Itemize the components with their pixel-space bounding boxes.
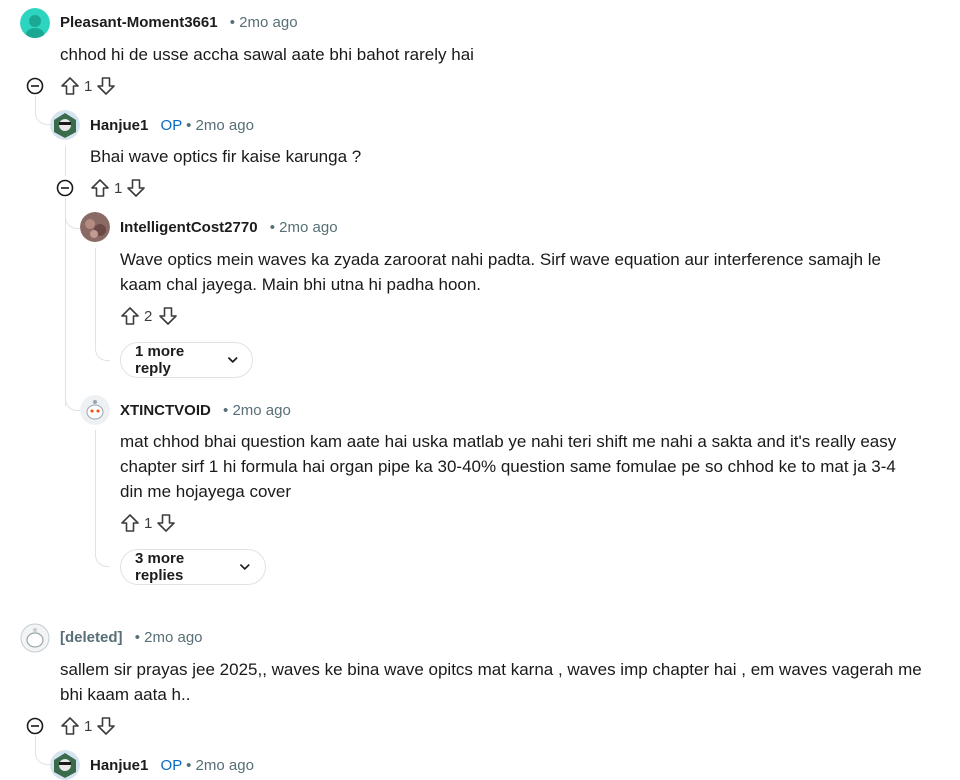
upvote-icon[interactable] xyxy=(120,513,140,533)
comment-line: sallem sir prayas jee 2025,, waves ke bi… xyxy=(60,660,922,679)
downvote-icon[interactable] xyxy=(158,306,178,326)
reddit-avatar-icon xyxy=(50,110,80,140)
thread-line xyxy=(95,430,96,554)
separator: • xyxy=(134,629,140,646)
separator: • xyxy=(186,757,192,774)
author-name[interactable]: Pleasant-Moment3661 xyxy=(60,14,218,31)
downvote-icon[interactable] xyxy=(96,76,116,96)
separator: • xyxy=(269,219,275,236)
thread-curve xyxy=(95,552,110,567)
op-badge: OP xyxy=(160,117,182,134)
upvote-icon[interactable] xyxy=(120,306,140,326)
thread-line xyxy=(35,736,36,750)
more-replies-button[interactable]: 1 more reply xyxy=(120,342,253,378)
comment-meta: Hanjue1 OP • 2mo ago xyxy=(90,756,254,776)
upvote-icon[interactable] xyxy=(60,76,80,96)
comment-meta: [deleted] • 2mo ago xyxy=(60,628,203,648)
deleted-avatar-icon xyxy=(20,623,50,653)
thread-line xyxy=(65,146,66,176)
thread-curve xyxy=(35,110,50,125)
separator: • xyxy=(229,14,235,31)
chevron-down-icon xyxy=(240,564,250,570)
author-name[interactable]: XTINCTVOID xyxy=(120,402,211,419)
user-avatar xyxy=(20,623,50,653)
downvote-icon[interactable] xyxy=(96,716,116,736)
thread-line xyxy=(95,248,96,348)
user-avatar[interactable] xyxy=(50,110,80,140)
collapse-icon[interactable] xyxy=(26,77,44,95)
comment-body: chhod hi de usse accha sawal aate bhi ba… xyxy=(60,45,474,64)
chevron-down-icon xyxy=(227,357,237,363)
separator: • xyxy=(223,402,229,419)
comment-line: kaam chal jayega. Main bhi utna hi padha… xyxy=(120,275,482,294)
comment-body: mat chhod bhai question kam aate hai usk… xyxy=(120,429,940,504)
comment-body: Bhai wave optics fir kaise karunga ? xyxy=(90,147,362,166)
collapse-icon[interactable] xyxy=(26,717,44,735)
author-name: [deleted] xyxy=(60,629,123,646)
reddit-avatar-icon xyxy=(20,8,50,38)
thread-line xyxy=(35,96,36,110)
author-name[interactable]: Hanjue1 xyxy=(90,757,148,774)
comment-line: mat chhod bhai question kam aate hai usk… xyxy=(120,432,897,451)
reddit-avatar-icon xyxy=(50,750,80,780)
thread-curve xyxy=(65,396,80,411)
upvote-icon[interactable] xyxy=(90,178,110,198)
vote-count: 1 xyxy=(84,78,93,95)
user-avatar[interactable] xyxy=(80,212,110,242)
thread-line xyxy=(65,198,66,406)
comment-line: chapter sirf 1 hi formula hai organ pipe… xyxy=(120,457,896,476)
comment-line: bhi kaam aata h.. xyxy=(60,685,191,704)
timestamp[interactable]: 2mo ago xyxy=(279,219,337,236)
more-replies-button[interactable]: 3 more replies xyxy=(120,549,266,585)
comment-line: Wave optics mein waves ka zyada zaroorat… xyxy=(120,250,881,269)
separator: • xyxy=(186,117,192,134)
thread-curve xyxy=(95,346,110,361)
comment-meta: XTINCTVOID • 2mo ago xyxy=(120,401,291,421)
comment-meta: Pleasant-Moment3661 • 2mo ago xyxy=(60,13,298,33)
op-badge: OP xyxy=(160,757,182,774)
more-replies-label: 3 more replies xyxy=(135,550,185,584)
user-avatar[interactable] xyxy=(20,8,50,38)
author-name[interactable]: Hanjue1 xyxy=(90,117,148,134)
downvote-icon[interactable] xyxy=(156,513,176,533)
comment-line: din me hojayega cover xyxy=(120,482,292,501)
reddit-avatar-icon xyxy=(80,212,110,242)
vote-count: 1 xyxy=(114,180,123,197)
comment-meta: IntelligentCost2770 • 2mo ago xyxy=(120,218,338,238)
comment-body: Wave optics mein waves ka zyada zaroorat… xyxy=(120,247,940,297)
collapse-icon[interactable] xyxy=(56,179,74,197)
vote-count: 1 xyxy=(144,515,153,532)
timestamp[interactable]: 2mo ago xyxy=(144,629,202,646)
timestamp[interactable]: 2mo ago xyxy=(239,14,297,31)
more-replies-label: 1 more reply xyxy=(135,343,185,377)
timestamp[interactable]: 2mo ago xyxy=(196,117,254,134)
timestamp[interactable]: 2mo ago xyxy=(196,757,254,774)
user-avatar[interactable] xyxy=(80,395,110,425)
reddit-avatar-icon xyxy=(80,395,110,425)
comment-body: sallem sir prayas jee 2025,, waves ke bi… xyxy=(60,657,940,707)
user-avatar[interactable] xyxy=(50,750,80,780)
downvote-icon[interactable] xyxy=(126,178,146,198)
vote-count: 2 xyxy=(144,308,153,325)
comment-meta: Hanjue1 OP • 2mo ago xyxy=(90,116,254,136)
thread-curve xyxy=(35,750,50,765)
thread-curve xyxy=(65,214,80,229)
vote-count: 1 xyxy=(84,718,93,735)
upvote-icon[interactable] xyxy=(60,716,80,736)
author-name[interactable]: IntelligentCost2770 xyxy=(120,219,258,236)
timestamp[interactable]: 2mo ago xyxy=(232,402,290,419)
